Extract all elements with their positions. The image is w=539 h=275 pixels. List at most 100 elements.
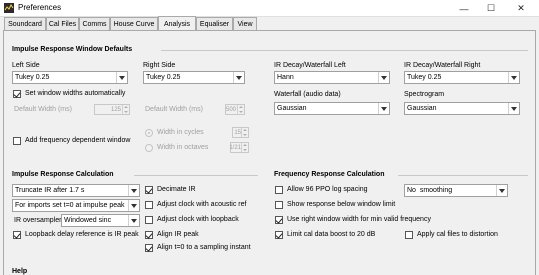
right-side-label: Right Side xyxy=(143,62,176,69)
ir-decay-left-combo[interactable]: Hann xyxy=(274,71,390,84)
decimate-label: Decimate IR xyxy=(157,186,196,193)
spectrogram-value: Gaussian xyxy=(407,105,437,112)
chevron-down-icon[interactable] xyxy=(508,72,519,83)
adjust-loopback-checkbox[interactable] xyxy=(145,216,153,224)
chevron-down-icon[interactable] xyxy=(508,103,519,114)
align-ir-label: Align IR peak xyxy=(157,231,199,238)
width-cycles-value: 15 xyxy=(234,129,241,136)
right-width-value: 500 xyxy=(225,106,236,113)
chevron-down-icon[interactable] xyxy=(378,72,389,83)
minimize-button[interactable]: — xyxy=(453,0,475,17)
window-title: Preferences xyxy=(18,3,62,12)
spectrogram-combo[interactable]: Gaussian xyxy=(404,102,520,115)
close-button[interactable]: ✕ xyxy=(508,0,534,17)
show-below-checkbox[interactable] xyxy=(275,201,283,209)
truncate-combo[interactable]: Truncate IR after 1.7 s xyxy=(12,184,140,197)
ir-decay-right-combo[interactable]: Tukey 0.25 xyxy=(404,71,520,84)
oversampler-label: IR oversampler: xyxy=(14,217,64,224)
add-freq-window-checkbox[interactable] xyxy=(13,137,21,145)
oversampler-combo[interactable]: Windowed sinc xyxy=(61,214,140,227)
width-cycles-radio[interactable] xyxy=(145,129,153,137)
tab-soundcard[interactable]: Soundcard xyxy=(4,17,46,31)
chevron-down-icon[interactable] xyxy=(128,215,139,226)
chevron-down-icon[interactable] xyxy=(116,72,127,83)
imports-value: For imports set t=0 at impulse peak xyxy=(15,202,125,209)
add-freq-window-label: Add frequency dependent window xyxy=(25,137,131,144)
left-width-spinner[interactable]: 125 xyxy=(94,104,130,115)
spinner-arrows-icon[interactable] xyxy=(241,143,248,152)
oversampler-value: Windowed sinc xyxy=(64,217,112,224)
title-bar: Preferences — ☐ ✕ xyxy=(0,0,539,17)
width-octaves-label: Width in octaves xyxy=(157,144,209,151)
show-below-label: Show response below window limit xyxy=(287,201,396,208)
left-side-value: Tukey 0.25 xyxy=(15,74,50,81)
width-octaves-value: 1/21 xyxy=(229,144,241,151)
tab-equaliser[interactable]: Equaliser xyxy=(196,17,233,31)
spectrogram-label: Spectrogram xyxy=(404,91,445,98)
waterfall-label: Waterfall (audio data) xyxy=(274,91,341,98)
left-side-label: Left Side xyxy=(12,62,40,69)
right-width-spinner[interactable]: 500 xyxy=(225,104,245,115)
right-side-value: Tukey 0.25 xyxy=(146,74,181,81)
irc-section-title: Impulse Response Calculation xyxy=(12,171,114,178)
irw-separator xyxy=(161,50,528,51)
irc-separator xyxy=(134,175,258,176)
left-width-value: 125 xyxy=(110,106,121,113)
left-default-width-label: Default Width (ms) xyxy=(14,106,72,113)
allow96-checkbox[interactable] xyxy=(275,186,283,194)
allow96-label: Allow 96 PPO log spacing xyxy=(287,186,368,193)
width-octaves-radio[interactable] xyxy=(145,144,153,152)
set-auto-label: Set window widths automatically xyxy=(25,90,126,97)
align-ir-checkbox[interactable] xyxy=(145,231,153,239)
app-icon xyxy=(4,3,14,13)
frc-section-title: Frequency Response Calculation xyxy=(274,171,385,178)
smoothing-value: No smoothing xyxy=(407,187,453,194)
align-t0-checkbox[interactable] xyxy=(145,244,153,252)
apply-cal-label: Apply cal files to distortion xyxy=(417,231,498,238)
use-right-label: Use right window width for min valid fre… xyxy=(287,216,431,223)
tab-comms[interactable]: Comms xyxy=(79,17,110,31)
set-auto-checkbox[interactable] xyxy=(13,90,21,98)
irw-section-title: Impulse Response Window Defaults xyxy=(12,46,133,53)
width-octaves-spinner[interactable]: 1/21 xyxy=(229,142,249,153)
ir-decay-left-value: Hann xyxy=(277,74,294,81)
width-cycles-spinner[interactable]: 15 xyxy=(232,127,249,138)
help-section-title: Help xyxy=(12,268,28,275)
spinner-arrows-icon[interactable] xyxy=(237,105,244,114)
limit-cal-label: Limit cal data boost to 20 dB xyxy=(287,231,376,238)
ir-decay-right-value: Tukey 0.25 xyxy=(407,74,442,81)
spinner-arrows-icon[interactable] xyxy=(241,128,248,137)
spinner-arrows-icon[interactable] xyxy=(122,105,129,114)
align-t0-label: Align t=0 to a sampling instant xyxy=(157,244,251,251)
left-side-combo[interactable]: Tukey 0.25 xyxy=(12,71,128,84)
frc-separator xyxy=(398,175,528,176)
adjust-loopback-label: Adjust clock with loopback xyxy=(157,216,239,223)
maximize-button[interactable]: ☐ xyxy=(480,0,502,17)
tab-view[interactable]: View xyxy=(233,17,257,31)
adjust-acoustic-label: Adjust clock with acoustic ref xyxy=(157,201,247,208)
ir-decay-right-label: IR Decay/Waterfall Right xyxy=(404,62,481,69)
limit-cal-checkbox[interactable] xyxy=(275,231,283,239)
apply-cal-checkbox[interactable] xyxy=(405,231,413,239)
width-cycles-label: Width in cycles xyxy=(157,129,204,136)
waterfall-combo[interactable]: Gaussian xyxy=(274,102,390,115)
chevron-down-icon[interactable] xyxy=(128,185,139,196)
chevron-down-icon[interactable] xyxy=(128,200,139,211)
smoothing-combo[interactable]: No smoothing xyxy=(404,184,508,197)
chevron-down-icon[interactable] xyxy=(496,185,507,196)
decimate-checkbox[interactable] xyxy=(145,186,153,194)
loopback-checkbox[interactable] xyxy=(13,231,21,239)
tab-house-curve[interactable]: House Curve xyxy=(110,17,158,31)
truncate-value: Truncate IR after 1.7 s xyxy=(15,187,85,194)
loopback-label: Loopback delay reference is IR peak xyxy=(25,231,139,238)
imports-combo[interactable]: For imports set t=0 at impulse peak xyxy=(12,199,140,212)
ir-decay-left-label: IR Decay/Waterfall Left xyxy=(274,62,346,69)
tab-analysis[interactable]: Analysis xyxy=(158,16,196,31)
waterfall-value: Gaussian xyxy=(277,105,307,112)
chevron-down-icon[interactable] xyxy=(378,103,389,114)
use-right-checkbox[interactable] xyxy=(275,216,283,224)
chevron-down-icon[interactable] xyxy=(233,72,244,83)
tab-cal-files[interactable]: Cal Files xyxy=(46,17,79,31)
adjust-acoustic-checkbox[interactable] xyxy=(145,201,153,209)
right-side-combo[interactable]: Tukey 0.25 xyxy=(143,71,245,84)
